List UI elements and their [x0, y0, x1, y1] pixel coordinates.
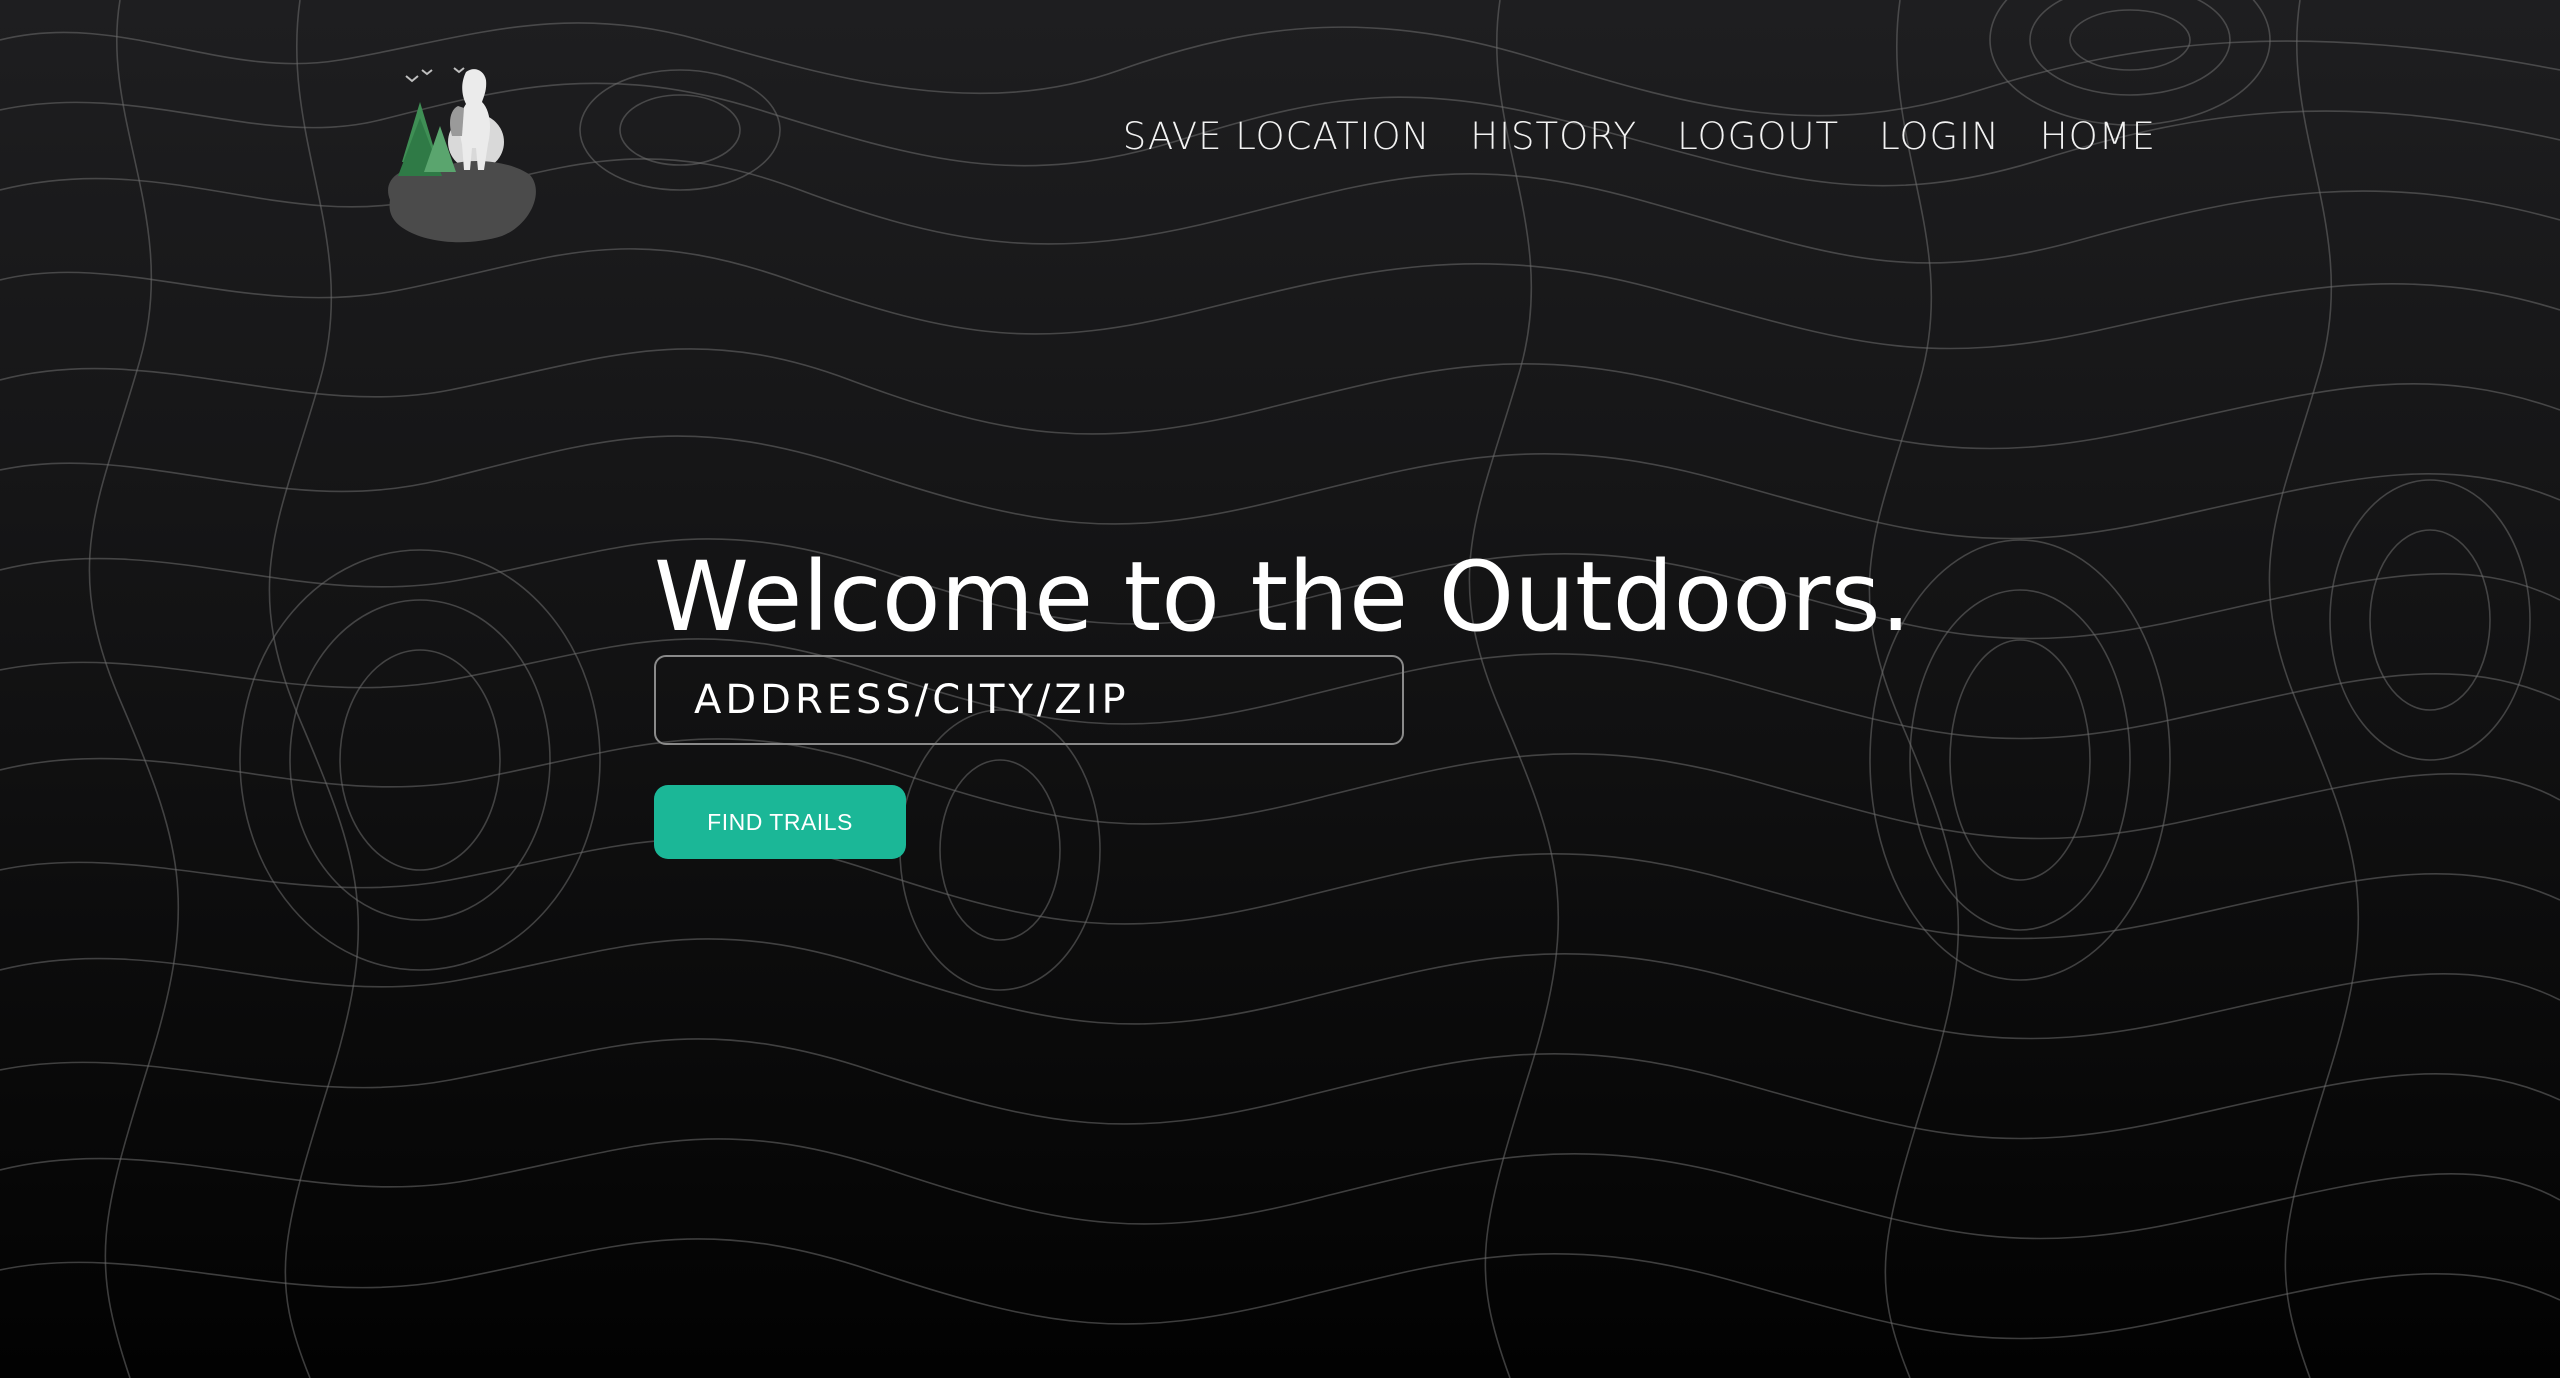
nav-logout[interactable]: LOGOUT: [1677, 118, 1839, 155]
hero-section: Welcome to the Outdoors. FIND TRAILS: [654, 540, 1911, 859]
main-navigation: SAVE LOCATION HISTORY LOGOUT LOGIN HOME: [1123, 118, 2156, 155]
page-title: Welcome to the Outdoors.: [654, 541, 1912, 653]
nav-save-location[interactable]: SAVE LOCATION: [1123, 118, 1431, 155]
nav-history[interactable]: HISTORY: [1470, 118, 1637, 155]
location-search-input[interactable]: [654, 655, 1404, 745]
nav-login[interactable]: LOGIN: [1879, 118, 2000, 155]
hiker-on-rock-logo-icon[interactable]: [380, 60, 540, 250]
find-trails-button[interactable]: FIND TRAILS: [654, 785, 906, 859]
nav-home[interactable]: HOME: [2040, 118, 2156, 155]
